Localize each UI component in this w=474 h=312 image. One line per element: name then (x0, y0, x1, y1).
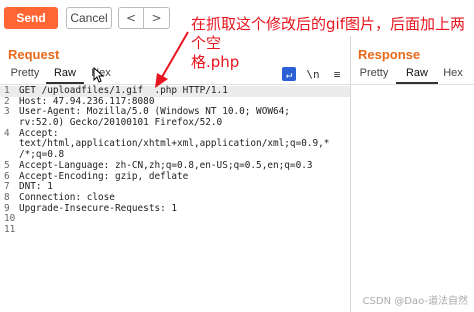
annotation-line-1: 在抓取这个修改后的gif图片，后面加上两个空 (191, 15, 465, 52)
annotation-text: 在抓取这个修改后的gif图片，后面加上两个空 格.php (191, 15, 466, 72)
annotation-line-2: 格.php (191, 53, 240, 71)
